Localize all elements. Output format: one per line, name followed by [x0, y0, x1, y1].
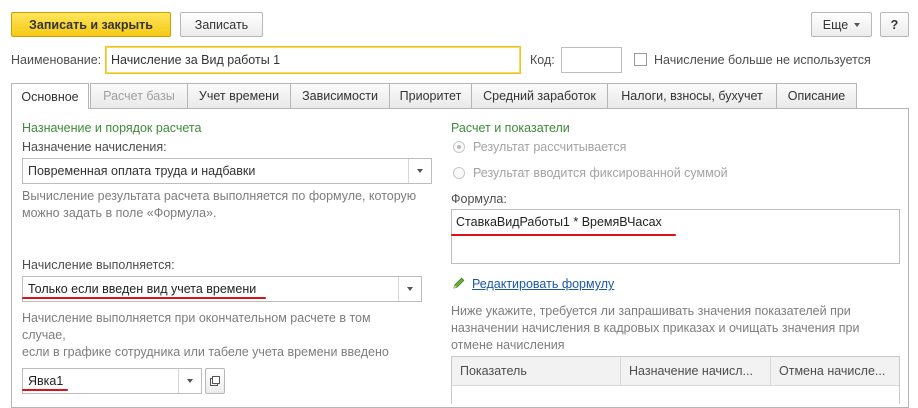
time-type-underline [22, 389, 68, 391]
execution-hint-line-2: если в графике сотрудника или табеле уче… [22, 345, 389, 359]
time-type-value: Явка1 [28, 374, 64, 388]
purpose-select-value: Повременная оплата труда и надбавки [28, 164, 256, 178]
execution-select-value: Только если введен вид учета времени [28, 282, 257, 296]
edit-formula-link[interactable]: Редактировать формулу [472, 277, 614, 291]
indicators-hint: Ниже укажите, требуется ли запрашивать з… [451, 304, 860, 352]
name-label: Наименование: [11, 53, 102, 67]
indicators-table[interactable]: Показатель Назначение начисл... Отмена н… [451, 356, 900, 404]
execution-label: Начисление выполняется: [22, 258, 175, 272]
execution-hint-line-1: Начисление выполняется при окончательном… [22, 311, 371, 342]
open-form-button[interactable] [205, 368, 225, 394]
formula-field[interactable]: СтавкаВидРаботы1 * ВремяВЧасах [451, 209, 900, 264]
left-section-title: Назначение и порядок расчета [22, 121, 202, 135]
column-assignment[interactable]: Назначение начисл... [621, 357, 771, 385]
code-input[interactable] [561, 47, 622, 73]
help-button[interactable]: ? [880, 12, 909, 37]
tab-priority[interactable]: Приоритет [389, 83, 472, 108]
chevron-down-icon[interactable] [408, 159, 431, 183]
tab-main[interactable]: Основное [11, 83, 89, 109]
save-button[interactable]: Записать [180, 12, 263, 37]
tab-dependencies[interactable]: Зависимости [290, 83, 390, 108]
pencil-icon [453, 277, 465, 289]
open-form-icon [210, 376, 220, 386]
tab-description[interactable]: Описание [776, 83, 857, 108]
chevron-down-icon [854, 22, 861, 27]
chevron-down-icon[interactable] [178, 369, 201, 393]
purpose-label: Назначение начисления: [22, 140, 167, 154]
formula-label: Формула: [451, 192, 507, 206]
execution-underline [22, 297, 266, 299]
right-section-title: Расчет и показатели [451, 121, 570, 135]
more-button-label: Еще [822, 17, 849, 32]
formula-text: СтавкаВидРаботы1 * ВремяВЧасах [456, 215, 662, 229]
tab-taxes-accounting[interactable]: Налоги, взносы, бухучет [607, 83, 777, 108]
formula-underline [451, 234, 676, 236]
tab-average-earnings[interactable]: Средний заработок [471, 83, 608, 108]
purpose-select[interactable]: Повременная оплата труда и надбавки [22, 158, 432, 184]
radio-result-fixed-label: Результат вводится фиксированной суммой [473, 166, 728, 180]
name-input[interactable]: Начисление за Вид работы 1 [105, 46, 521, 74]
unused-checkbox-label: Начисление больше не используется [654, 53, 871, 67]
code-label: Код: [530, 53, 555, 67]
radio-result-fixed[interactable] [453, 167, 465, 179]
radio-result-calculated-label: Результат рассчитывается [473, 140, 627, 154]
chevron-down-icon[interactable] [398, 277, 421, 301]
radio-result-calculated[interactable] [453, 141, 465, 153]
save-and-close-button[interactable]: Записать и закрыть [11, 12, 171, 37]
column-indicator[interactable]: Показатель [452, 357, 621, 385]
formula-hint: Вычисление результата расчета выполняетс… [22, 189, 417, 220]
unused-checkbox[interactable] [634, 53, 647, 66]
indicators-table-header: Показатель Назначение начисл... Отмена н… [452, 357, 899, 386]
tab-time-tracking[interactable]: Учет времени [187, 83, 291, 108]
column-cancellation[interactable]: Отмена начисле... [771, 357, 899, 385]
tab-base-calculation[interactable]: Расчет базы [90, 83, 188, 108]
more-button[interactable]: Еще [811, 12, 872, 37]
